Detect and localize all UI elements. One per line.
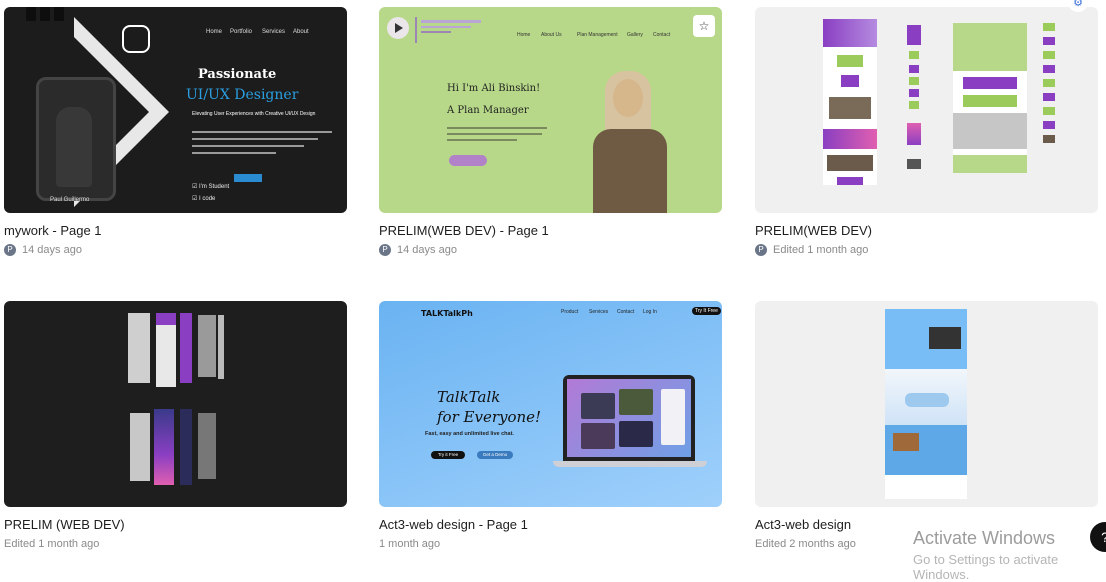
try-free-button: Try It Free xyxy=(692,307,721,315)
star-icon[interactable]: ☆ xyxy=(693,15,715,37)
nav-link: Services xyxy=(262,29,286,35)
nav-link: Gallery xyxy=(627,32,643,38)
design-thumbnail[interactable] xyxy=(755,7,1098,213)
page-frame xyxy=(953,23,1027,173)
card-title[interactable]: PRELIM(WEB DEV) - Page 1 xyxy=(379,223,722,238)
nav-link: About Us xyxy=(541,32,562,38)
person-photo xyxy=(56,107,92,187)
laptop-mockup xyxy=(563,375,695,461)
card-title[interactable]: mywork - Page 1 xyxy=(4,223,347,238)
hero-subheading: Elevating User Experiences with Creative… xyxy=(192,111,316,117)
logo-icon xyxy=(122,25,150,53)
play-icon[interactable] xyxy=(387,17,409,39)
activate-windows-subtext: Go to Settings to activate Windows. xyxy=(913,552,1059,582)
design-card-act3[interactable]: Act3-web design Edited 2 months ago xyxy=(755,301,1098,550)
page-frame xyxy=(218,315,224,379)
page-frame xyxy=(130,413,150,481)
nav-link: Home xyxy=(206,29,223,35)
timestamp: 14 days ago xyxy=(22,244,82,256)
design-card-prelim-page1[interactable]: Home About Us Plan Management Gallery Co… xyxy=(379,7,722,256)
design-thumbnail[interactable]: TALKTalkPh Product Services Contact Log … xyxy=(379,301,722,507)
page-frame xyxy=(198,315,216,377)
nav-link: Home xyxy=(517,32,531,38)
design-card-prelim-space[interactable]: PRELIM (WEB DEV) Edited 1 month ago xyxy=(4,301,347,550)
timestamp: 1 month ago xyxy=(379,538,441,550)
design-thumbnail[interactable]: Home Portfolio Services About Passionate… xyxy=(4,7,347,213)
page-frame xyxy=(1043,23,1055,185)
timestamp: 14 days ago xyxy=(397,244,457,256)
card-title[interactable]: PRELIM(WEB DEV) xyxy=(755,223,1098,238)
hero-heading: Passionate xyxy=(198,67,277,82)
nav-link: Plan Management xyxy=(577,32,618,38)
hero-subheading: Fast, easy and unlimited live chat. xyxy=(425,431,514,437)
brand-logo xyxy=(415,17,487,43)
design-card-mywork[interactable]: Home Portfolio Services About Passionate… xyxy=(4,7,347,256)
card-title[interactable]: Act3-web design - Page 1 xyxy=(379,517,722,532)
card-meta: Edited 1 month ago xyxy=(4,538,347,550)
page-frame xyxy=(180,313,192,383)
nav-link: Log In xyxy=(643,309,657,315)
paragraph-placeholder xyxy=(447,127,547,145)
page-frame xyxy=(156,313,176,387)
design-thumbnail[interactable] xyxy=(4,301,347,507)
try-it-free-button: Try it Free xyxy=(431,451,465,459)
page-frame xyxy=(885,309,967,499)
activate-windows-watermark: Activate Windows xyxy=(913,528,1056,548)
page-frame xyxy=(198,413,216,479)
nav-link: About xyxy=(293,29,309,35)
page-frame xyxy=(180,409,192,485)
page-frame xyxy=(823,19,877,185)
brand-logo: TALKTalkPh xyxy=(421,309,473,318)
nav-link: Contact xyxy=(653,32,671,38)
nav-link: Contact xyxy=(617,309,635,315)
check-item: ☑ I code xyxy=(192,196,216,202)
card-meta: P Edited 1 month ago xyxy=(755,244,1098,256)
avatar: P xyxy=(4,244,16,256)
card-title[interactable]: PRELIM (WEB DEV) xyxy=(4,517,347,532)
timestamp: Edited 1 month ago xyxy=(4,538,100,550)
hero-heading: TalkTalk for Everyone! xyxy=(437,388,542,426)
check-item: ☑ I'm Student xyxy=(192,184,230,190)
design-card-prelim[interactable]: PRELIM(WEB DEV) P Edited 1 month ago xyxy=(755,7,1098,256)
hero-greeting: Hi I'm Ali Binskin! xyxy=(447,83,541,94)
nav-link: Product xyxy=(561,309,579,315)
page-frame xyxy=(128,313,150,383)
timestamp: Edited 1 month ago xyxy=(773,244,869,256)
learn-more-button xyxy=(449,155,487,166)
avatar: P xyxy=(755,244,767,256)
hero-role: A Plan Manager xyxy=(447,105,529,116)
hire-button xyxy=(234,174,262,182)
design-card-act3-page1[interactable]: TALKTalkPh Product Services Contact Log … xyxy=(379,301,722,550)
avatar: P xyxy=(379,244,391,256)
design-thumbnail[interactable]: Home About Us Plan Management Gallery Co… xyxy=(379,7,722,213)
card-meta: P 14 days ago xyxy=(4,244,347,256)
nav-link: Portfolio xyxy=(230,29,253,35)
decor-bars xyxy=(26,7,76,21)
nav-link: Services xyxy=(589,309,609,315)
card-meta: 1 month ago xyxy=(379,538,722,550)
owner-name: Paul Guillermo xyxy=(50,197,90,203)
design-thumbnail[interactable] xyxy=(755,301,1098,507)
paragraph-placeholder xyxy=(192,131,332,161)
hero-heading-accent: UI/UX Designer xyxy=(186,87,299,103)
person-photo xyxy=(587,69,673,213)
get-demo-button: Get a Demo xyxy=(477,451,513,459)
card-meta: P 14 days ago xyxy=(379,244,722,256)
timestamp: Edited 2 months ago xyxy=(755,538,856,550)
page-frame xyxy=(907,25,921,187)
page-frame xyxy=(154,409,174,485)
